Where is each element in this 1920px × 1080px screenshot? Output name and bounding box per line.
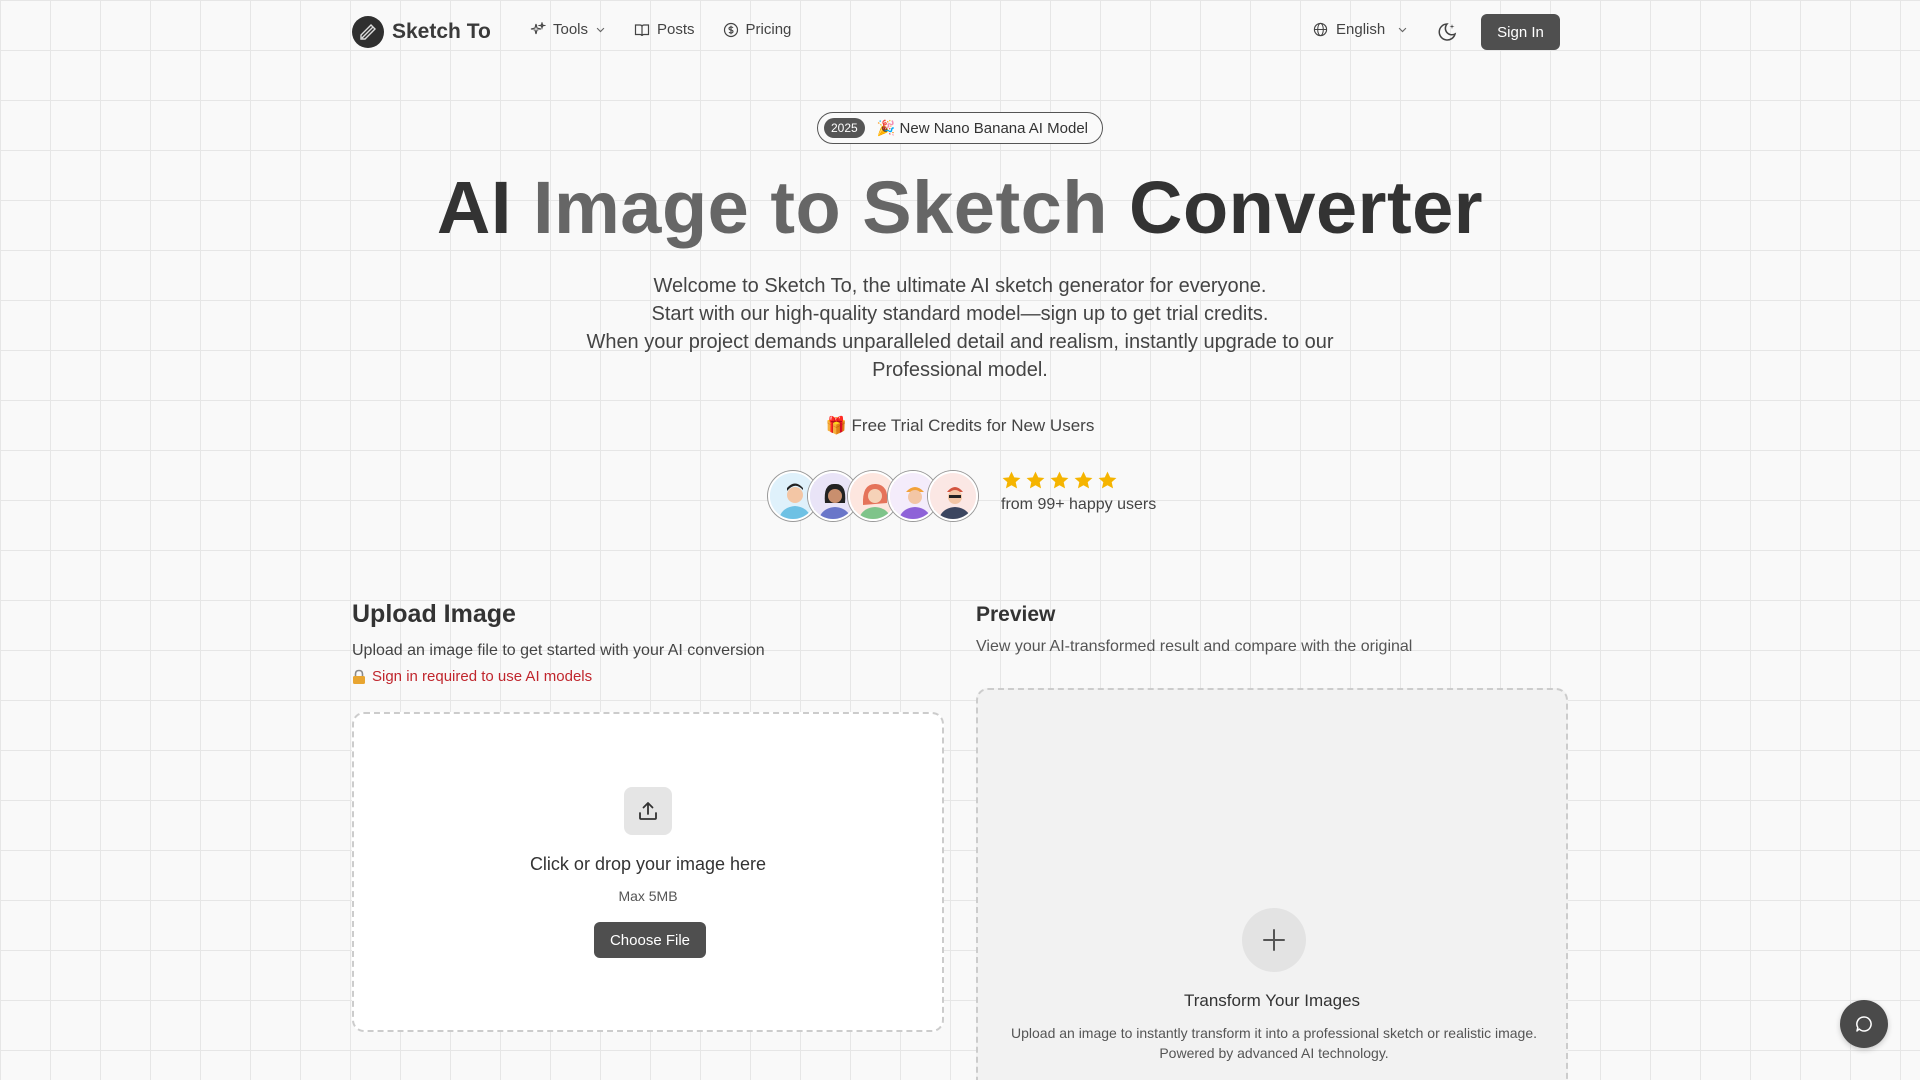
sign-in-button[interactable]: Sign In: [1481, 14, 1560, 50]
image-dropzone[interactable]: Click or drop your image here Max 5MB Ch…: [352, 712, 944, 1032]
preview-area: Transform Your Images Upload an image to…: [976, 688, 1568, 1080]
nav-posts-label: Posts: [657, 21, 695, 38]
language-label: English: [1336, 21, 1386, 38]
user-avatars: [768, 471, 978, 521]
star-icon: [1050, 471, 1069, 489]
moon-icon: [1438, 23, 1457, 41]
main-nav: Tools Posts Pricing: [530, 21, 791, 38]
choose-file-button[interactable]: Choose File: [594, 922, 706, 958]
top-navbar: Sketch To Tools Posts Pricing English Si…: [0, 0, 1920, 64]
preview-empty-title: Transform Your Images: [1183, 991, 1361, 1010]
dropzone-max-size: Max 5MB: [618, 888, 678, 904]
title-part-image-to-sketch: Image to Sketch: [532, 166, 1108, 249]
badge-text: 🎉 New Nano Banana AI Model: [876, 120, 1088, 137]
title-part-ai: AI: [436, 166, 512, 249]
nav-pricing[interactable]: Pricing: [723, 21, 792, 38]
upload-icon: [624, 787, 672, 835]
brand-name: Sketch To: [392, 20, 491, 43]
nav-posts[interactable]: Posts: [634, 21, 695, 38]
chevron-down-icon: [1398, 27, 1407, 33]
nav-pricing-label: Pricing: [745, 21, 792, 38]
announcement-badge[interactable]: 2025 🎉 New Nano Banana AI Model: [817, 112, 1103, 144]
plus-icon: [1242, 908, 1306, 972]
dropzone-title: Click or drop your image here: [529, 854, 767, 874]
star-icon: [1002, 471, 1021, 489]
title-part-converter: Converter: [1129, 166, 1484, 249]
preview-section-title: Preview: [976, 603, 1056, 626]
upload-section-title: Upload Image: [352, 600, 516, 628]
hero-description: Welcome to Sketch To, the ultimate AI sk…: [540, 272, 1380, 384]
user-rating: from 99+ happy users: [1001, 470, 1156, 514]
avatar: [928, 471, 978, 521]
rating-text: from 99+ happy users: [1001, 496, 1157, 513]
lock-icon: [353, 669, 365, 684]
badge-year: 2025: [824, 118, 865, 138]
page-title: AI Image to Sketch Converter: [0, 168, 1920, 248]
sign-in-warning[interactable]: Sign in required to use AI models: [352, 668, 592, 685]
free-trial-note: 🎁 Free Trial Credits for New Users: [825, 416, 1095, 435]
sign-in-warning-text: Sign in required to use AI models: [372, 668, 593, 685]
theme-toggle-button[interactable]: [1436, 21, 1458, 43]
hero-desc-line-2: Start with our high-quality standard mod…: [651, 303, 1269, 325]
upload-section-description: Upload an image file to get started with…: [352, 642, 765, 659]
language-selector[interactable]: English: [1313, 21, 1408, 38]
sparkles-icon: [530, 21, 546, 34]
preview-empty-description: Upload an image to instantly transform i…: [1010, 1025, 1538, 1061]
brand-logo[interactable]: Sketch To: [352, 16, 491, 48]
hero-desc-line-1: Welcome to Sketch To, the ultimate AI sk…: [653, 275, 1267, 297]
preview-section-description: View your AI-transformed result and comp…: [976, 638, 1413, 655]
chat-bubble-icon: [1856, 1016, 1872, 1032]
nav-tools-label: Tools: [553, 21, 589, 38]
star-icon: [1098, 471, 1117, 489]
star-icon: [1074, 471, 1093, 489]
star-icon: [1026, 471, 1045, 489]
dollar-circle-icon: [723, 22, 738, 37]
book-icon: [634, 23, 650, 36]
rating-stars: [1001, 470, 1156, 491]
globe-icon: [1313, 22, 1328, 37]
chat-support-button[interactable]: [1840, 1000, 1888, 1048]
nav-tools[interactable]: Tools: [530, 21, 606, 38]
chevron-down-icon: [596, 27, 605, 33]
pencil-logo-icon: [352, 16, 384, 48]
hero-desc-line-3: When your project demands unparalleled d…: [586, 331, 1334, 381]
